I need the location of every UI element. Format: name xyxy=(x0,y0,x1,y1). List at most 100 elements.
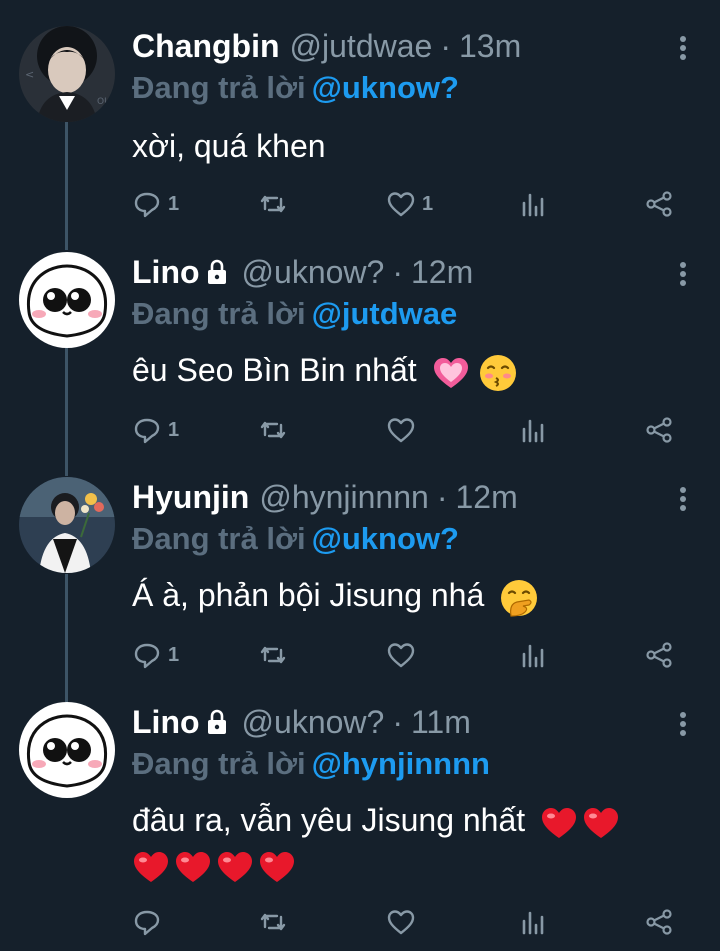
share-button[interactable] xyxy=(644,902,674,942)
avatar[interactable] xyxy=(19,477,115,573)
more-options-icon[interactable] xyxy=(676,712,690,736)
share-button[interactable] xyxy=(644,184,674,224)
emoji-row xyxy=(0,842,296,886)
display-name[interactable]: Lino xyxy=(132,704,200,741)
user-handle[interactable]: @uknow? xyxy=(242,254,385,291)
share-button[interactable] xyxy=(644,410,674,450)
timestamp[interactable]: 12m xyxy=(411,254,473,291)
tweet-actions xyxy=(132,902,692,942)
display-name[interactable]: Changbin xyxy=(132,28,280,65)
reply-mention-link[interactable]: @uknow? xyxy=(312,521,459,556)
avatar[interactable]: < OU xyxy=(19,26,115,122)
retweet-button[interactable] xyxy=(258,902,288,942)
analytics-button[interactable] xyxy=(518,635,548,675)
like-button[interactable]: 1 xyxy=(386,184,433,224)
heart-icon xyxy=(387,910,415,935)
reply-icon xyxy=(134,643,160,669)
heart-icon xyxy=(387,418,415,443)
thread-line xyxy=(65,122,68,250)
tweet-actions: 1 xyxy=(132,635,692,675)
tweet-text: êu Seo Bìn Bin nhất xyxy=(132,348,692,393)
analytics-button[interactable] xyxy=(518,410,548,450)
avatar[interactable] xyxy=(19,252,115,348)
tweet-text: xời, quá khen xyxy=(132,124,692,168)
more-options-icon[interactable] xyxy=(676,262,690,286)
user-handle[interactable]: @uknow? xyxy=(242,704,385,741)
tweet-text-content: Á à, phản bội Jisung nhá xyxy=(132,577,485,613)
red-heart-emoji xyxy=(542,807,577,838)
lock-icon xyxy=(207,709,226,734)
tweet-text-content: đâu ra, vẫn yêu Jisung nhất xyxy=(132,802,526,838)
reply-prefix: Đang trả lời xyxy=(132,521,306,556)
tweet-text-content: xời, quá khen xyxy=(132,128,326,164)
red-heart-emoji xyxy=(134,851,168,882)
timestamp[interactable]: 12m xyxy=(455,479,517,516)
share-icon xyxy=(646,191,672,217)
red-heart-emoji xyxy=(584,807,619,838)
separator-dot: · xyxy=(436,478,448,515)
reply-icon xyxy=(134,910,160,936)
reply-mention-link[interactable]: @uknow? xyxy=(312,70,459,105)
analytics-button[interactable] xyxy=(518,902,548,942)
reply-count: 1 xyxy=(168,643,180,666)
analytics-icon xyxy=(522,419,544,443)
tweet-actions: 1 1 xyxy=(132,184,692,224)
timestamp[interactable]: 11m xyxy=(411,704,471,741)
like-button[interactable] xyxy=(386,635,422,675)
lock-icon xyxy=(207,259,226,284)
reply-button[interactable]: 1 xyxy=(132,635,179,675)
hand-over-mouth-face-emoji xyxy=(501,579,538,617)
display-name[interactable]: Lino xyxy=(132,254,200,291)
reply-mention-link[interactable]: @hynjinnnn xyxy=(312,746,490,781)
retweet-button[interactable] xyxy=(258,184,288,224)
share-button[interactable] xyxy=(644,635,674,675)
more-options-icon[interactable] xyxy=(676,487,690,511)
analytics-icon xyxy=(522,193,544,217)
reply-mention-link[interactable]: @jutdwae xyxy=(312,296,458,331)
like-button[interactable] xyxy=(386,902,422,942)
user-handle[interactable]: @jutdwae xyxy=(290,28,433,65)
retweet-icon xyxy=(260,646,286,664)
tweet-actions: 1 xyxy=(132,410,692,450)
tweet-text: đâu ra, vẫn yêu Jisung nhất xyxy=(132,798,692,886)
retweet-button[interactable] xyxy=(258,410,288,450)
red-heart-emoji xyxy=(218,851,252,882)
reply-count: 1 xyxy=(168,192,180,215)
timestamp[interactable]: 13m xyxy=(459,28,521,65)
kissing-face-emoji xyxy=(480,354,517,391)
reply-icon xyxy=(134,418,160,444)
heart-icon xyxy=(387,643,415,668)
svg-text:OU: OU xyxy=(97,97,111,107)
reply-button[interactable]: 1 xyxy=(132,410,179,450)
analytics-icon xyxy=(522,911,544,935)
analytics-button[interactable] xyxy=(518,184,548,224)
like-button[interactable] xyxy=(386,410,422,450)
reply-button[interactable] xyxy=(132,902,168,942)
heart-icon xyxy=(387,192,415,217)
retweet-icon xyxy=(260,421,286,439)
retweet-button[interactable] xyxy=(258,635,288,675)
separator-dot: · xyxy=(440,27,451,64)
share-icon xyxy=(646,417,672,443)
tweet-text: Á à, phản bội Jisung nhá xyxy=(132,573,692,618)
separator-dot: · xyxy=(392,253,403,290)
avatar[interactable] xyxy=(19,702,115,798)
retweet-icon xyxy=(260,195,286,213)
thread-line xyxy=(65,574,68,702)
svg-text:<: < xyxy=(25,68,34,81)
tweet-text-content: êu Seo Bìn Bin nhất xyxy=(132,352,417,388)
reply-count: 1 xyxy=(168,418,180,441)
more-options-icon[interactable] xyxy=(676,36,690,60)
user-handle[interactable]: @hynjinnnn xyxy=(259,479,428,516)
display-name[interactable]: Hyunjin xyxy=(132,479,249,516)
reply-prefix: Đang trả lời xyxy=(132,296,306,331)
retweet-icon xyxy=(260,913,286,931)
red-heart-emoji xyxy=(176,851,210,882)
sparkling-heart-emoji xyxy=(433,357,468,388)
thread-line xyxy=(65,348,68,476)
reply-button[interactable]: 1 xyxy=(132,184,179,224)
reply-icon xyxy=(134,192,160,218)
share-icon xyxy=(646,909,672,935)
red-heart-emoji xyxy=(260,851,294,882)
share-icon xyxy=(646,642,672,668)
